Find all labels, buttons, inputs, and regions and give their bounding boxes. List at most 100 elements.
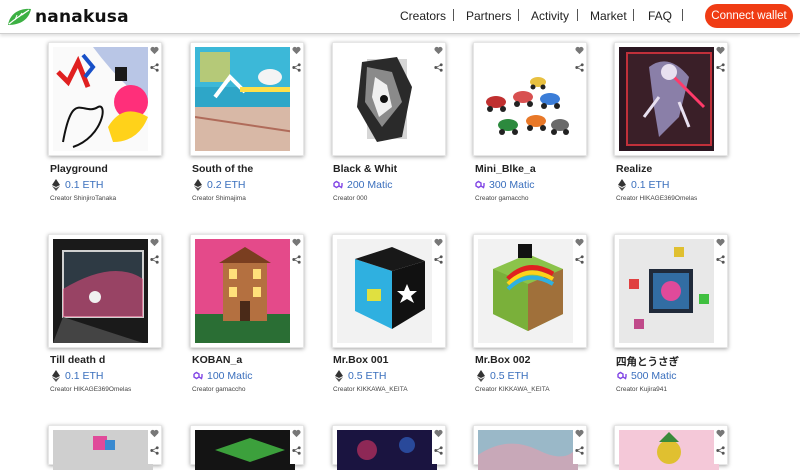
heart-icon[interactable] [716,429,725,438]
nft-creator[interactable]: Creator KIKKAWA_KEITA [333,386,408,393]
heart-icon[interactable] [292,429,301,438]
nft-price: 500 Matic [617,370,677,382]
nft-card-mini-blke[interactable] [473,42,587,156]
nft-title[interactable]: Till death d [50,354,105,366]
nft-creator[interactable]: Creator 000 [333,195,367,202]
nft-artwork[interactable] [619,239,719,343]
heart-icon[interactable] [150,429,159,438]
nav-divider [518,9,519,21]
nft-card-mr-box-001[interactable] [332,234,446,348]
heart-icon[interactable] [716,46,725,55]
nft-creator[interactable]: Creator ShinjiroTanaka [50,195,116,202]
share-icon[interactable] [716,446,725,455]
nav-partners[interactable]: Partners [466,9,511,25]
polygon-matic-icon [617,371,627,380]
share-icon[interactable] [575,446,584,455]
nft-price: 0.5 ETH [334,370,387,382]
nft-title[interactable]: Realize [616,163,652,175]
nft-title[interactable]: Mr.Box 001 [333,354,388,366]
share-icon[interactable] [434,446,443,455]
nft-title[interactable]: Mini_Blke_a [475,163,536,175]
nft-artwork[interactable] [53,239,153,343]
nft-creator[interactable]: Creator Kujira941 [616,386,667,393]
nft-card[interactable] [48,425,162,470]
ethereum-icon [194,179,202,191]
heart-icon[interactable] [575,429,584,438]
nft-card-realize[interactable] [614,42,728,156]
nft-title[interactable]: Playground [50,163,108,175]
nav-faq[interactable]: FAQ [648,9,672,25]
connect-wallet-button[interactable]: Connect wallet [705,4,793,28]
heart-icon[interactable] [575,46,584,55]
nft-creator[interactable]: Creator HIKAGE369Omelas [50,386,131,393]
share-icon[interactable] [292,63,301,72]
ethereum-icon [477,370,485,382]
nft-title[interactable]: South of the [192,163,253,175]
nft-card[interactable] [190,425,304,470]
nft-title[interactable]: 四角とうさぎ [616,354,679,369]
share-icon[interactable] [716,63,725,72]
share-icon[interactable] [292,255,301,264]
nft-artwork[interactable] [337,47,437,151]
nft-artwork[interactable] [478,239,578,343]
nft-card-black-white[interactable] [332,42,446,156]
nft-artwork[interactable] [478,430,578,470]
share-icon[interactable] [434,255,443,264]
nft-creator[interactable]: Creator HIKAGE369Omelas [616,195,697,202]
brand-name: nanakusa [35,7,129,27]
ethereum-icon [618,179,626,191]
nft-artwork[interactable] [195,430,295,470]
heart-icon[interactable] [434,238,443,247]
nft-creator[interactable]: Creator KIKKAWA_KEITA [475,386,550,393]
heart-icon[interactable] [292,238,301,247]
nft-artwork[interactable] [53,430,153,470]
nft-card-mr-box-002[interactable] [473,234,587,348]
nft-creator[interactable]: Creator gamaccho [475,195,528,202]
nav-market[interactable]: Market [590,9,627,25]
nft-card[interactable] [614,425,728,470]
heart-icon[interactable] [292,46,301,55]
nft-artwork[interactable] [337,430,437,470]
nft-card[interactable] [332,425,446,470]
nft-creator[interactable]: Creator Shimajima [192,195,246,202]
nav-creators[interactable]: Creators [400,9,446,25]
nft-card-till-death[interactable] [48,234,162,348]
nav-activity[interactable]: Activity [531,9,569,25]
share-icon[interactable] [575,255,584,264]
share-icon[interactable] [292,446,301,455]
share-icon[interactable] [150,255,159,264]
share-icon[interactable] [434,63,443,72]
nft-artwork[interactable] [53,47,153,151]
nft-artwork[interactable] [478,47,578,151]
nft-creator[interactable]: Creator gamaccho [192,386,245,393]
nft-card[interactable] [473,425,587,470]
nft-card-koban[interactable] [190,234,304,348]
nft-artwork[interactable] [195,47,295,151]
heart-icon[interactable] [434,46,443,55]
heart-icon[interactable] [575,238,584,247]
heart-icon[interactable] [434,429,443,438]
heart-icon[interactable] [150,238,159,247]
brand-logo[interactable]: nanakusa [6,6,129,28]
nft-artwork[interactable] [619,430,719,470]
nft-price: 0.5 ETH [476,370,529,382]
nft-title[interactable]: Mr.Box 002 [475,354,530,366]
nft-card-shikaku-to-usagi[interactable] [614,234,728,348]
heart-icon[interactable] [716,238,725,247]
nft-artwork[interactable] [619,47,719,151]
nft-artwork[interactable] [195,239,295,343]
polygon-matic-icon [193,371,203,380]
share-icon[interactable] [716,255,725,264]
share-icon[interactable] [150,63,159,72]
nav-divider [682,9,683,21]
polygon-matic-icon [333,180,343,189]
heart-icon[interactable] [150,46,159,55]
nft-title[interactable]: KOBAN_a [192,354,242,366]
share-icon[interactable] [575,63,584,72]
share-icon[interactable] [150,446,159,455]
nft-artwork[interactable] [337,239,437,343]
nft-card-south-of-the[interactable] [190,42,304,156]
nft-title[interactable]: Black & Whit [333,163,397,175]
nft-price: 0.1 ETH [617,179,670,191]
nft-card-playground[interactable] [48,42,162,156]
